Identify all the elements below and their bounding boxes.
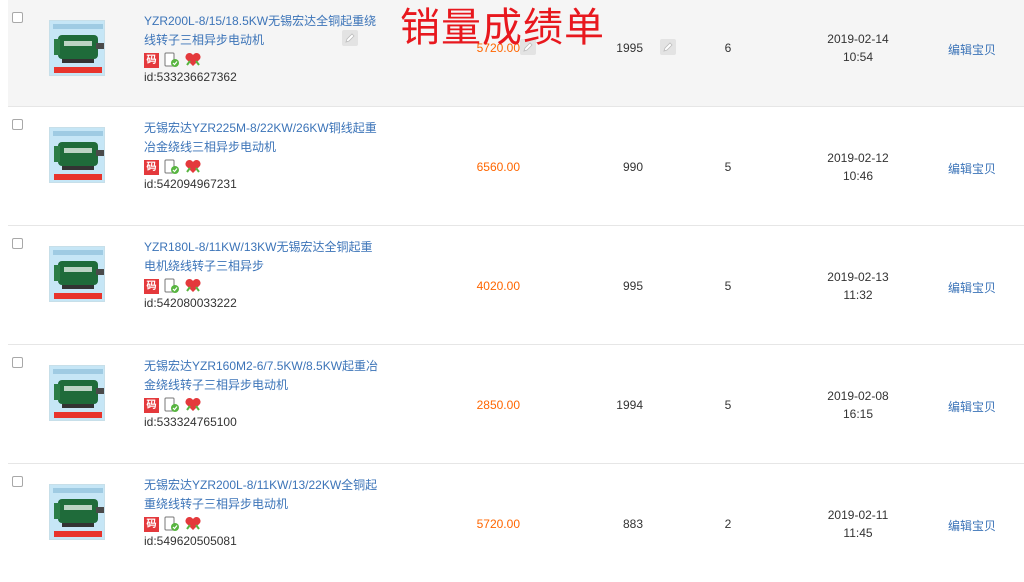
motor-image-icon (50, 247, 104, 301)
update-time: 2019-02-13 11:32 (808, 268, 908, 304)
row-checkbox[interactable] (12, 119, 23, 130)
row-checkbox[interactable] (12, 476, 23, 487)
product-badges: 码 (144, 278, 202, 294)
sales-count: 5 (724, 279, 732, 293)
mobile-check-icon (164, 52, 179, 67)
stock-value: 883 (622, 517, 643, 531)
edit-item-link[interactable]: 编辑宝贝 (948, 398, 996, 415)
heart-icon (185, 52, 201, 66)
stock-value: 1994 (616, 398, 643, 412)
stock-value: 995 (622, 279, 643, 293)
product-id: id:542080033222 (144, 296, 237, 310)
update-clock: 11:32 (843, 288, 873, 302)
heart-icon (185, 278, 201, 292)
product-id: id:533236627362 (144, 70, 237, 84)
edit-item-link[interactable]: 编辑宝贝 (948, 279, 996, 296)
pencil-edit-icon[interactable] (342, 30, 358, 46)
table-row: 无锡宏达YZR225M-8/22KW/26KW铜线起重冶金绕线三相异步电动机 码… (8, 107, 1024, 226)
motor-image-icon (50, 366, 104, 420)
table-row: 无锡宏达YZR200L-8/11KW/13/22KW全铜起重绕线转子三相异步电动… (8, 464, 1024, 582)
update-time: 2019-02-14 10:54 (808, 30, 908, 66)
row-checkbox[interactable] (12, 12, 23, 23)
price-value: 4020.00 (476, 279, 520, 293)
price-value: 2850.00 (476, 398, 520, 412)
update-time: 2019-02-11 11:45 (808, 506, 908, 542)
motor-image-icon (50, 128, 104, 182)
product-badges: 码 (144, 397, 202, 413)
edit-item-link[interactable]: 编辑宝贝 (948, 41, 996, 58)
pencil-edit-icon[interactable] (660, 39, 676, 55)
code-badge: 码 (144, 278, 159, 294)
heart-icon (185, 516, 201, 530)
code-badge: 码 (144, 516, 159, 532)
update-date: 2019-02-11 (827, 508, 889, 522)
product-id: id:549620505081 (144, 534, 237, 548)
update-date: 2019-02-12 (827, 151, 889, 165)
price-value: 5720.00 (476, 517, 520, 531)
product-thumbnail[interactable] (49, 484, 105, 540)
row-checkbox[interactable] (12, 357, 23, 368)
motor-image-icon (50, 485, 104, 539)
product-thumbnail[interactable] (49, 246, 105, 302)
update-clock: 16:15 (842, 407, 874, 421)
product-title-link[interactable]: 无锡宏达YZR200L-8/11KW/13/22KW全铜起重绕线转子三相异步电动… (144, 476, 384, 514)
sales-count: 6 (724, 41, 732, 55)
update-time: 2019-02-08 16:15 (808, 387, 908, 423)
product-badges: 码 (144, 516, 202, 532)
product-thumbnail[interactable] (49, 20, 105, 76)
heart-icon (185, 159, 201, 173)
sales-count: 5 (724, 398, 732, 412)
sales-count: 2 (724, 517, 732, 531)
stock-value: 990 (622, 160, 643, 174)
product-title-link[interactable]: YZR180L-8/11KW/13KW无锡宏达全铜起重电机绕线转子三相异步 (144, 238, 384, 276)
product-badges: 码 (144, 52, 202, 68)
motor-image-icon (50, 21, 104, 75)
product-thumbnail[interactable] (49, 365, 105, 421)
product-list: YZR200L-8/15/18.5KW无锡宏达全铜起重绕线转子三相异步电动机 码… (8, 0, 1024, 582)
table-row: 无锡宏达YZR160M2-6/7.5KW/8.5KW起重冶金绕线转子三相异步电动… (8, 345, 1024, 464)
update-date: 2019-02-08 (827, 389, 889, 403)
product-badges: 码 (144, 159, 202, 175)
heart-icon (185, 397, 201, 411)
update-clock: 10:54 (842, 50, 874, 64)
table-row: YZR180L-8/11KW/13KW无锡宏达全铜起重电机绕线转子三相异步 码 … (8, 226, 1024, 345)
code-badge: 码 (144, 397, 159, 413)
price-value: 6560.00 (476, 160, 520, 174)
mobile-check-icon (164, 516, 179, 531)
code-badge: 码 (144, 159, 159, 175)
product-title-link[interactable]: 无锡宏达YZR225M-8/22KW/26KW铜线起重冶金绕线三相异步电动机 (144, 119, 384, 157)
product-id: id:542094967231 (144, 177, 237, 191)
mobile-check-icon (164, 278, 179, 293)
product-title-link[interactable]: 无锡宏达YZR160M2-6/7.5KW/8.5KW起重冶金绕线转子三相异步电动… (144, 357, 384, 395)
product-id: id:533324765100 (144, 415, 237, 429)
update-date: 2019-02-13 (827, 270, 889, 284)
update-time: 2019-02-12 10:46 (808, 149, 908, 185)
update-clock: 10:46 (842, 169, 874, 183)
edit-item-link[interactable]: 编辑宝贝 (948, 517, 996, 534)
code-badge: 码 (144, 52, 159, 68)
update-clock: 11:45 (843, 526, 873, 540)
update-date: 2019-02-14 (827, 32, 889, 46)
row-checkbox[interactable] (12, 238, 23, 249)
sales-report-overlay-title: 销量成绩单 (400, 5, 605, 51)
mobile-check-icon (164, 397, 179, 412)
edit-item-link[interactable]: 编辑宝贝 (948, 160, 996, 177)
sales-count: 5 (724, 160, 732, 174)
product-thumbnail[interactable] (49, 127, 105, 183)
mobile-check-icon (164, 159, 179, 174)
